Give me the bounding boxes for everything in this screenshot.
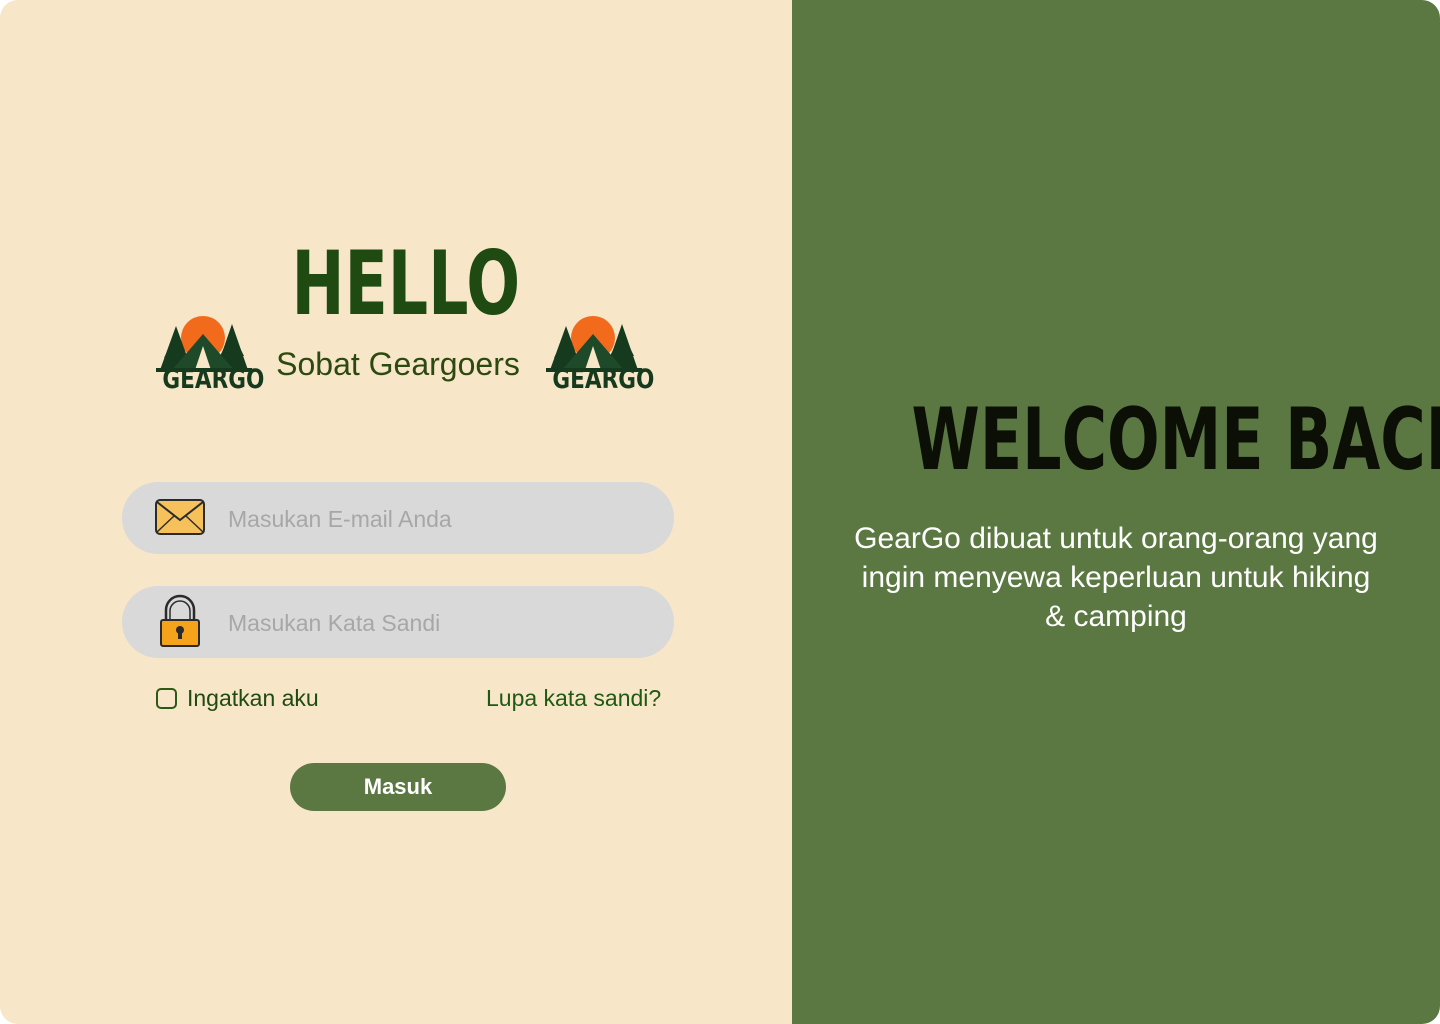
password-field [122,586,674,658]
logo-text: GEARGO [162,364,265,395]
checkbox-box[interactable] [156,687,177,709]
login-button[interactable]: Masuk [290,763,506,811]
tent-mountain-logo-icon [156,316,252,372]
welcome-heading: WELCOME BACK [911,390,1440,490]
password-input[interactable] [226,602,650,644]
hello-heading: HELLO [291,232,521,335]
email-input[interactable] [226,498,650,540]
envelope-icon [154,496,206,543]
geargo-logo-left: GEARGO [152,312,265,404]
logo-text: GEARGO [552,364,655,395]
login-screen: GEARGO HELLO Sobat Geargoers GEARGO Masu… [0,0,1440,1024]
tagline: GearGo dibuat untuk orang-orang yang ing… [854,522,1378,633]
login-panel: GEARGO HELLO Sobat Geargoers GEARGO Masu… [0,0,792,1024]
email-field [122,482,674,554]
remember-me-label: Ingatkan aku [187,684,319,711]
subtitle: Sobat Geargoers [276,346,520,382]
remember-me-checkbox[interactable]: Ingatkan aku [156,684,319,712]
forgot-password-link[interactable]: Lupa kata sandi? [486,684,661,712]
tent-mountain-logo-icon [546,316,642,372]
padlock-icon [158,594,202,655]
welcome-panel [792,0,1440,1024]
geargo-logo-right: GEARGO [542,312,655,404]
